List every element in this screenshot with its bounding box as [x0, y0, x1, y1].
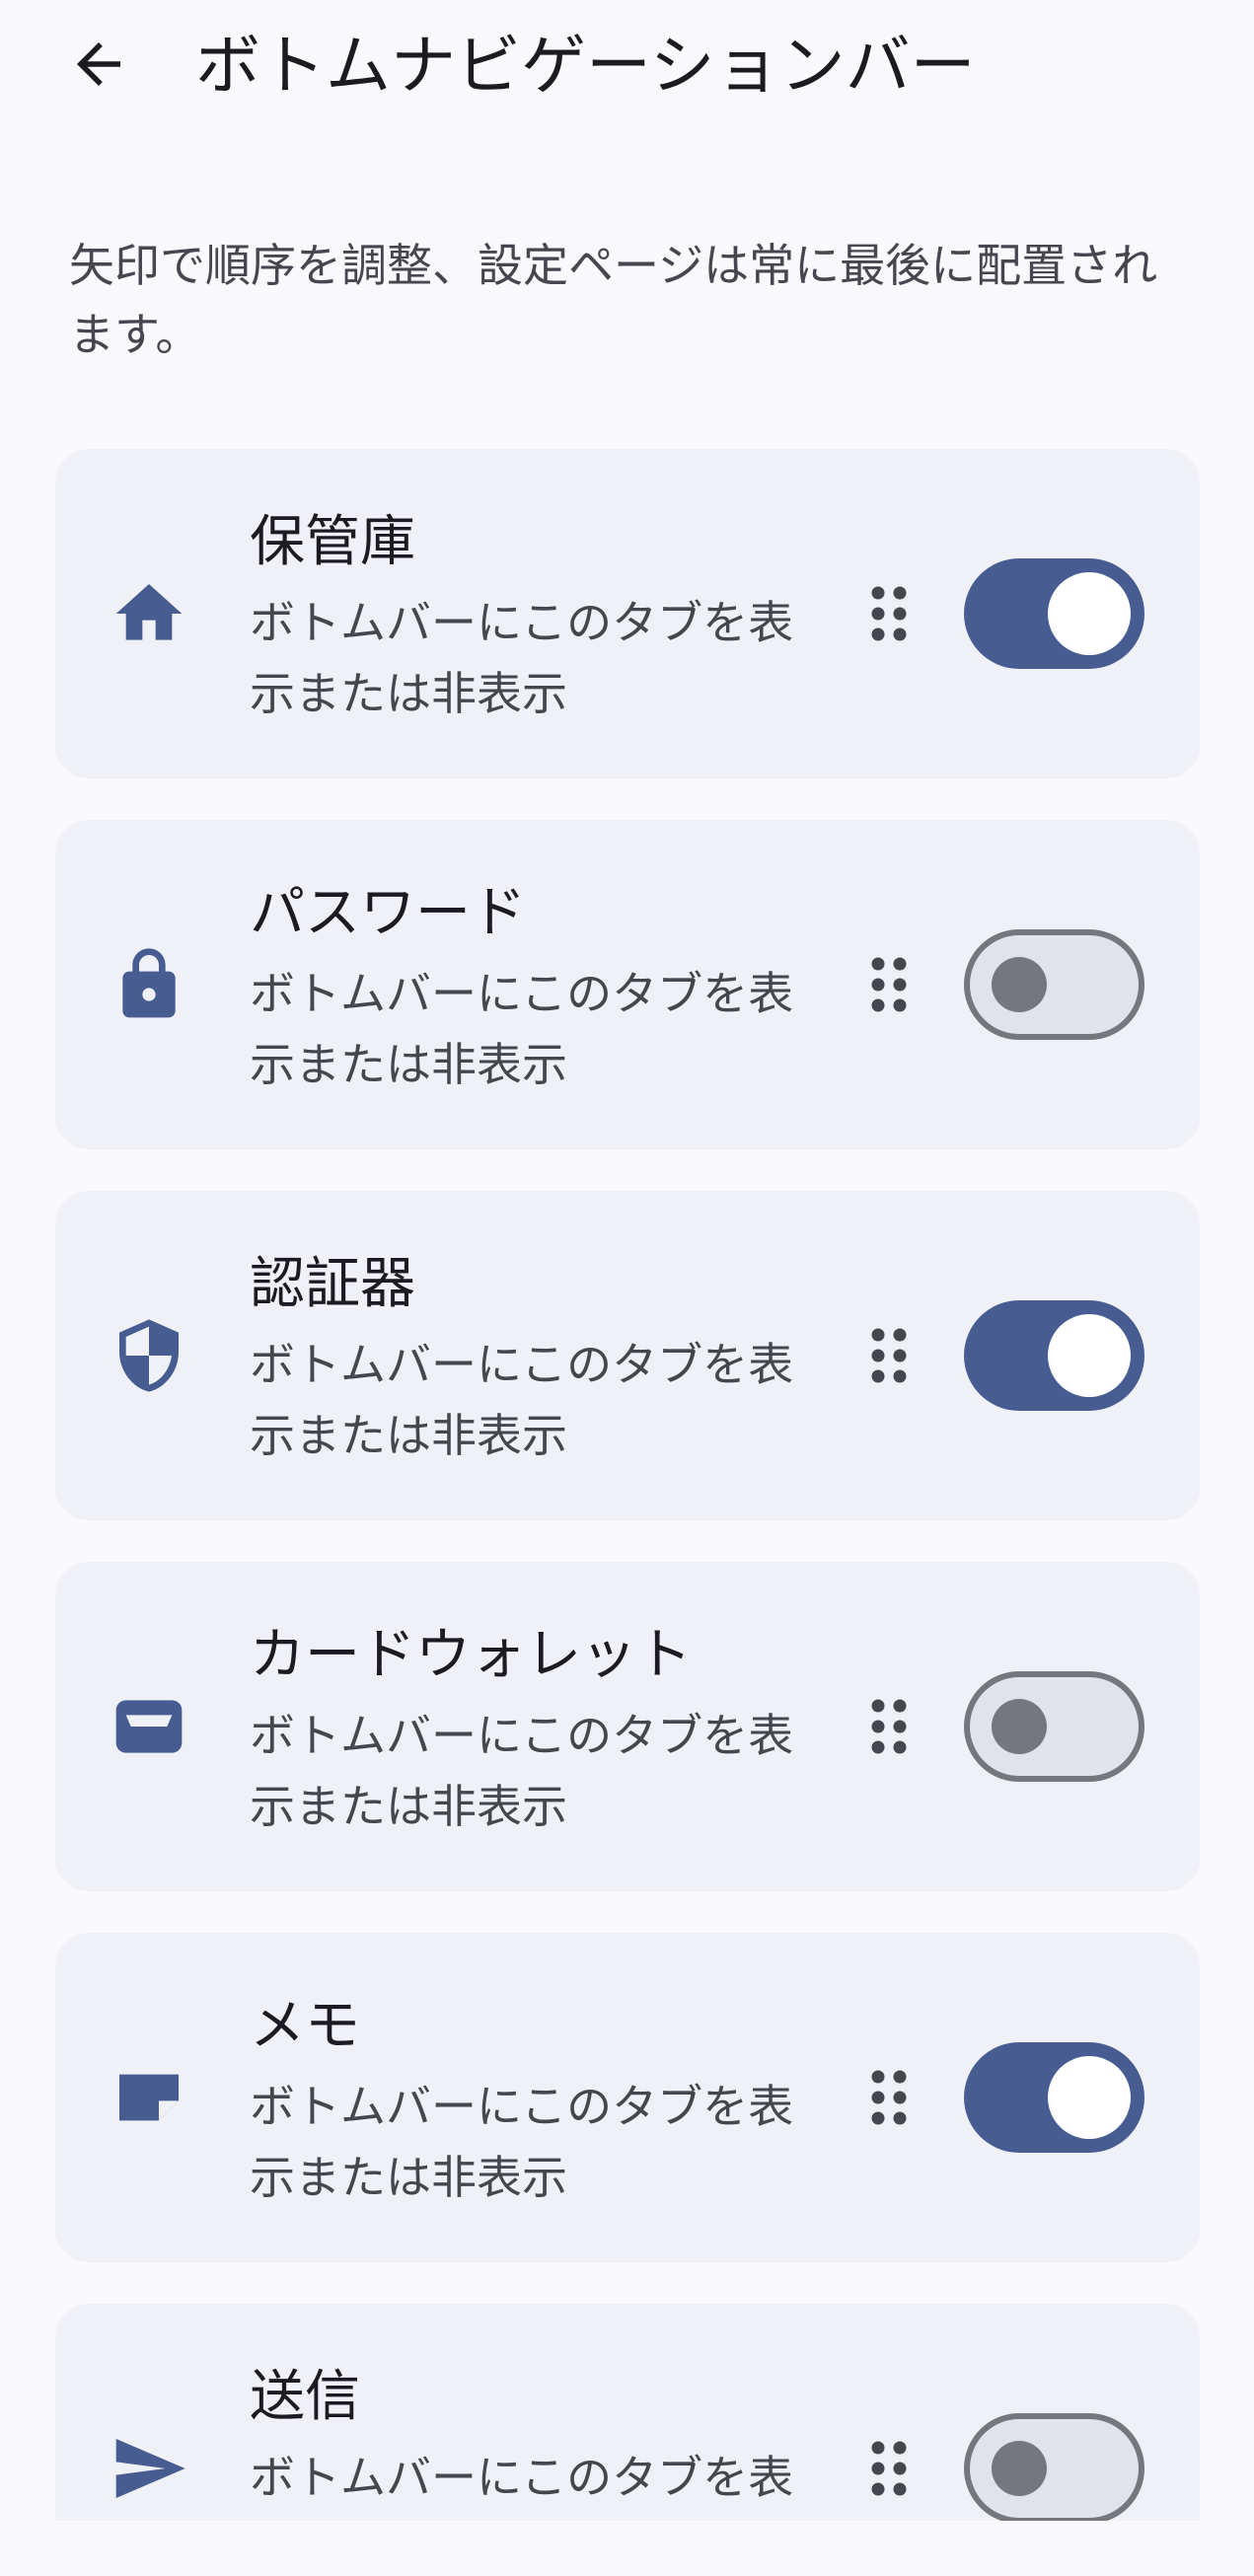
- drag-handle-icon[interactable]: [845, 2053, 933, 2142]
- note-icon: [110, 2058, 188, 2137]
- send-icon: [110, 2429, 188, 2508]
- list-item-subtitle: ボトムバーにこのタブを表示または非表示: [250, 1709, 794, 1833]
- list-item-title: メモ: [250, 1994, 360, 2058]
- drag-handle-icon[interactable]: [845, 1311, 933, 1400]
- toggle-switch-vault[interactable]: [964, 558, 1144, 669]
- list-item-card-wallet: カードウォレット ボトムバーにこのタブを表示または非表示: [55, 1562, 1200, 1891]
- list-item-subtitle: ボトムバーにこのタブを表示または非表示: [250, 2080, 794, 2204]
- switch-thumb: [992, 2441, 1047, 2496]
- list-item-title: カードウォレット: [250, 1623, 692, 1687]
- page-title: ボトムナビゲーションバー: [195, 28, 976, 104]
- toggle-switch-notes[interactable]: [964, 2042, 1144, 2153]
- list-item-title: 認証器: [250, 1252, 415, 1316]
- list-item-title: 保管庫: [250, 510, 415, 574]
- list-item-subtitle: ボトムバーにこのタブを表示または非表示: [250, 967, 794, 1091]
- arrow-back-icon: [77, 42, 120, 86]
- list-item-vault: 保管庫 ボトムバーにこのタブを表示または非表示: [55, 449, 1200, 778]
- back-button[interactable]: [54, 20, 143, 109]
- wallet-icon: [110, 1687, 188, 1766]
- drag-handle-icon[interactable]: [845, 569, 933, 658]
- tab-settings-list: 保管庫 ボトムバーにこのタブを表示または非表示 パスワード ボトムバーにこのタブ…: [55, 449, 1200, 2521]
- list-item-title: 送信: [250, 2365, 360, 2429]
- list-item-passwords: パスワード ボトムバーにこのタブを表示または非表示: [55, 820, 1200, 1149]
- page-description: 矢印で順序を調整、設定ページは常に最後に配置されます。: [69, 239, 1158, 361]
- top-app-bar: ボトムナビゲーションバー: [0, 0, 1254, 138]
- switch-thumb: [1048, 572, 1131, 655]
- toggle-switch-send[interactable]: [964, 2413, 1144, 2521]
- list-item-authenticator: 認証器 ボトムバーにこのタブを表示または非表示: [55, 1191, 1200, 1520]
- toggle-switch-passwords[interactable]: [964, 929, 1144, 1040]
- drag-handle-icon[interactable]: [845, 1682, 933, 1771]
- list-item-subtitle: ボトムバーにこのタブを表示または非表示: [250, 2451, 794, 2504]
- list-item-title: パスワード: [250, 881, 526, 945]
- list-item-send: 送信 ボトムバーにこのタブを表示または非表示: [55, 2304, 1200, 2521]
- list-item-subtitle: ボトムバーにこのタブを表示または非表示: [250, 1338, 794, 1462]
- switch-thumb: [992, 957, 1047, 1012]
- drag-handle-icon[interactable]: [845, 2424, 933, 2513]
- switch-thumb: [1048, 2056, 1131, 2139]
- toggle-switch-card-wallet[interactable]: [964, 1671, 1144, 1782]
- shield-icon: [110, 1316, 188, 1395]
- toggle-switch-authenticator[interactable]: [964, 1300, 1144, 1411]
- drag-handle-icon[interactable]: [845, 940, 933, 1029]
- list-item-notes: メモ ボトムバーにこのタブを表示または非表示: [55, 1933, 1200, 2262]
- switch-thumb: [992, 1699, 1047, 1754]
- home-icon: [110, 574, 188, 653]
- lock-icon: [110, 945, 188, 1024]
- switch-thumb: [1048, 1314, 1131, 1397]
- list-item-subtitle: ボトムバーにこのタブを表示または非表示: [250, 596, 794, 720]
